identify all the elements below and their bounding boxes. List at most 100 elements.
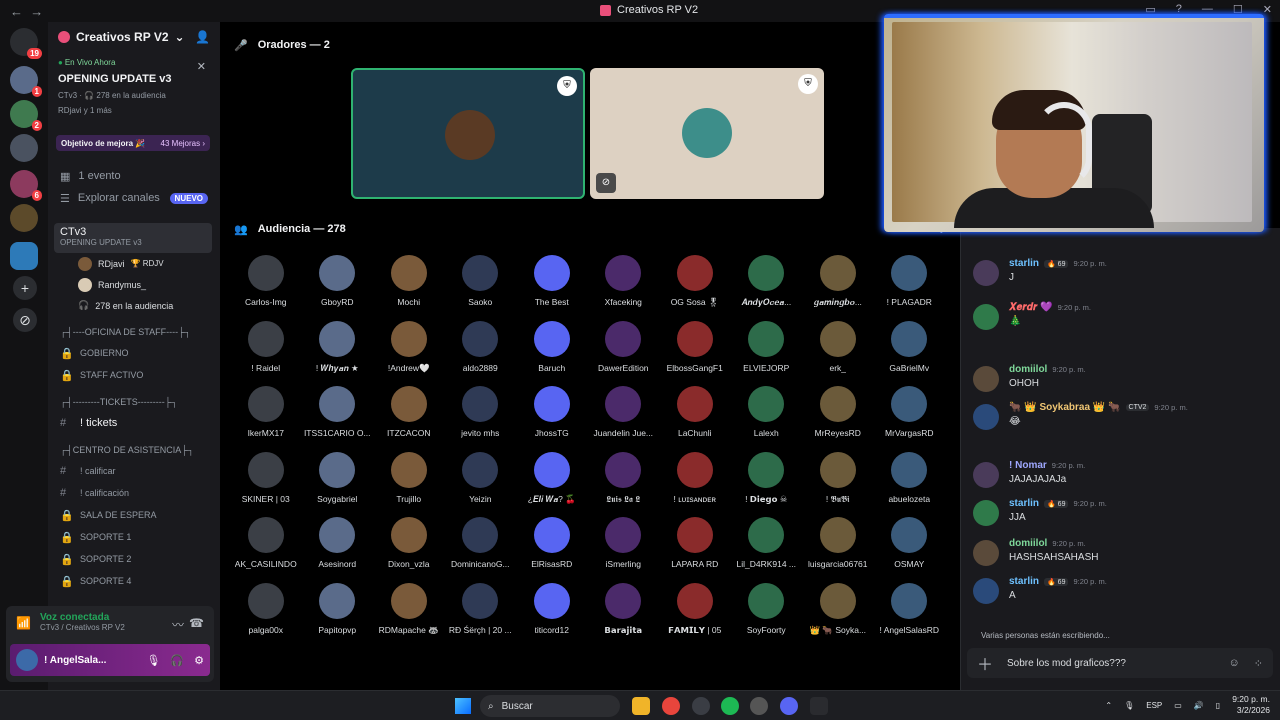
voice-user[interactable]: RDjavi 🏆 RDJV xyxy=(48,253,220,274)
boost-goal-bar[interactable]: Objetivo de mejora 🎉 43 Mejoras › xyxy=(56,135,210,151)
message-author[interactable]: 🐂 👑 Soykabraa 👑 🐂 xyxy=(1009,402,1121,413)
audience-member[interactable]: MrVargasRD xyxy=(874,382,946,448)
emoji-icon[interactable]: ☺ xyxy=(1229,657,1240,670)
app-icon[interactable] xyxy=(810,697,828,715)
message-author[interactable]: 𝑿𝒆𝒓𝒅𝒓 💜 xyxy=(1009,302,1053,313)
audience-member[interactable]: SoyFoorty xyxy=(731,579,803,645)
voice-connection[interactable]: 📶 Voz conectada CTv3 / Creativos RP V2 〰… xyxy=(6,606,214,642)
chat-message[interactable]: 🐂 👑 Soykabraa 👑 🐂 CTV2 9:20 p. m. 😂 xyxy=(961,402,1280,460)
channel-item[interactable]: #! calificar xyxy=(48,460,220,482)
avatar[interactable] xyxy=(973,260,999,286)
channel-item[interactable]: 🔒 SOPORTE 4 xyxy=(48,570,220,592)
audience-member[interactable]: ITSS1CARIO O... xyxy=(302,382,374,448)
discord-icon[interactable] xyxy=(780,697,798,715)
audience-member[interactable]: aldo2889 xyxy=(445,317,517,383)
server-icon[interactable] xyxy=(10,204,38,232)
plus-icon[interactable]: ＋ xyxy=(977,651,993,675)
chat-message[interactable]: domiilol 9:20 p. m. HASHSAHSAHASH xyxy=(961,538,1280,576)
add-server-icon[interactable]: + xyxy=(13,276,37,300)
audience-member[interactable]: RDMapache 🦝 xyxy=(373,579,445,645)
channel-item[interactable]: 🔒 GOBIERNO xyxy=(48,342,220,364)
audience-member[interactable]: ! 𝑾𝒉𝒚𝒂𝒏 ★ xyxy=(302,317,374,383)
chat-message[interactable]: starlin 🔥 69 9:20 p. m. A xyxy=(961,576,1280,612)
audience-member[interactable]: GboyRD xyxy=(302,251,374,317)
audience-member[interactable]: Carlos-Img xyxy=(230,251,302,317)
explore-icon[interactable]: ⊘ xyxy=(13,308,37,332)
chevron-up-icon[interactable]: ⌃ xyxy=(1105,701,1112,710)
audience-member[interactable]: OSMAY xyxy=(874,513,946,579)
chat-message[interactable]: starlin 🔥 69 9:20 p. m. J xyxy=(961,258,1280,302)
category-header[interactable]: ┌┤----OFICINA DE STAFF----├┐ xyxy=(48,322,220,342)
audience-member[interactable]: IkerMX17 xyxy=(230,382,302,448)
server-folder-icon[interactable]: 6 xyxy=(10,170,42,201)
noise-suppression-icon[interactable]: 〰 xyxy=(172,616,184,633)
audience-member[interactable]: iSmerling xyxy=(588,513,660,579)
speaker-tile[interactable]: ⛨ ⊘ xyxy=(590,68,824,199)
explore-channels-link[interactable]: ☰ Explorar canales NUEVO xyxy=(48,187,220,209)
audience-member[interactable]: Mochi xyxy=(373,251,445,317)
headphones-icon[interactable]: 🎧 xyxy=(170,654,184,667)
disconnect-icon[interactable]: ☎ xyxy=(189,616,204,630)
audience-member[interactable]: luisgarcia06761 xyxy=(802,513,874,579)
message-author[interactable]: ! Nomar xyxy=(1009,460,1047,471)
audience-member[interactable]: 𝗕𝗮𝗿𝗮𝗷𝗶𝘁𝗮 xyxy=(588,579,660,645)
direct-messages-icon[interactable]: 19 xyxy=(10,28,42,59)
audience-member[interactable]: titicord12 xyxy=(516,579,588,645)
audience-member[interactable]: DawerEdition xyxy=(588,317,660,383)
current-user[interactable]: ! AngelSala... 🎙 🎧 ⚙ xyxy=(10,644,210,676)
apps-icon[interactable]: ⁘ xyxy=(1254,657,1263,670)
audience-member[interactable]: !Andrew🤍 xyxy=(373,317,445,383)
audience-member[interactable]: 𝒈𝒂𝒎𝒊𝒏𝒈𝒃𝒐... xyxy=(802,251,874,317)
audience-header[interactable]: 👥 Audiencia — 278 ⌄ xyxy=(220,214,960,244)
windows-start-icon[interactable] xyxy=(455,698,471,714)
message-input[interactable]: Sobre los mod graficos??? xyxy=(1007,658,1126,669)
audience-member[interactable]: ITZCACON xyxy=(373,382,445,448)
channel-item[interactable]: #! calificación xyxy=(48,482,220,504)
audience-member[interactable]: DominicanoG... xyxy=(445,513,517,579)
audience-member[interactable]: 𝕷𝖚𝖎𝖘 𝕷𝖆 𝕷 xyxy=(588,448,660,514)
audience-member[interactable]: ! Raidel xyxy=(230,317,302,383)
audience-member[interactable]: LaChunli xyxy=(659,382,731,448)
language-indicator[interactable]: ESP xyxy=(1146,701,1162,710)
audience-member[interactable]: erk_ xyxy=(802,317,874,383)
audience-member[interactable]: Dixon_vzla xyxy=(373,513,445,579)
avatar[interactable] xyxy=(973,304,999,330)
category-header[interactable]: ┌┤---------TICKETS---------├┐ xyxy=(48,392,220,412)
speaker-tile[interactable]: ⛨ xyxy=(351,68,585,199)
audience-member[interactable]: ! ʟᴜɪsᴀɴᴅᴇʀ xyxy=(659,448,731,514)
audience-member[interactable]: Papitopvp xyxy=(302,579,374,645)
creativos-server-icon[interactable] xyxy=(10,242,38,270)
audience-member[interactable]: Lil_D4RK914 ... xyxy=(731,513,803,579)
file-explorer-icon[interactable] xyxy=(632,697,650,715)
audience-member[interactable]: abuelozeta xyxy=(874,448,946,514)
channel-item[interactable]: 🔒 STAFF ACTIVO xyxy=(48,364,220,386)
chat-message[interactable]: domiilol 9:20 p. m. OHOH xyxy=(961,364,1280,402)
avatar[interactable] xyxy=(973,540,999,566)
audience-member[interactable]: Asesinord xyxy=(302,513,374,579)
taskbar-search[interactable]: ⌕ Buscar xyxy=(480,695,620,717)
audience-member[interactable]: LAPARA RD xyxy=(659,513,731,579)
channel-item[interactable]: #! tickets xyxy=(48,412,220,434)
server-icon[interactable]: 2 xyxy=(10,100,42,131)
server-icon[interactable]: 1 xyxy=(10,66,42,97)
audience-member[interactable]: Soygabriel xyxy=(302,448,374,514)
audience-member[interactable]: 𝗙𝗔𝗠𝗜𝗟𝗬 | 05 xyxy=(659,579,731,645)
channel-item[interactable]: 🔒 SALA DE ESPERA xyxy=(48,504,220,526)
audience-member[interactable]: Saoko xyxy=(445,251,517,317)
audience-member[interactable]: Trujillo xyxy=(373,448,445,514)
audience-member[interactable]: Xfaceking xyxy=(588,251,660,317)
invite-icon[interactable]: 👤 xyxy=(195,30,210,44)
message-composer[interactable]: ＋ Sobre los mod graficos??? ☺ ⁘ xyxy=(967,648,1273,678)
message-author[interactable]: domiilol xyxy=(1009,538,1047,549)
microphone-icon[interactable]: 🎙 xyxy=(1124,701,1134,710)
audience-member[interactable]: ElbossGangF1 xyxy=(659,317,731,383)
microphone-muted-icon[interactable]: 🎙 xyxy=(146,654,160,667)
network-icon[interactable]: ▭ xyxy=(1174,701,1182,710)
audience-member[interactable]: ! 𝗗𝗶𝗲𝗴𝗼 ☠ xyxy=(731,448,803,514)
message-author[interactable]: starlin xyxy=(1009,258,1039,269)
voice-user[interactable]: Randymus_ xyxy=(48,274,220,295)
chat-message[interactable]: 𝑿𝒆𝒓𝒅𝒓 💜 9:20 p. m. 🎄 xyxy=(961,302,1280,364)
audience-member[interactable]: ELVIEJORP xyxy=(731,317,803,383)
server-header[interactable]: Creativos RP V2 ⌄ 👤 xyxy=(48,22,220,52)
audience-member[interactable]: OG Sosa 🎖 xyxy=(659,251,731,317)
